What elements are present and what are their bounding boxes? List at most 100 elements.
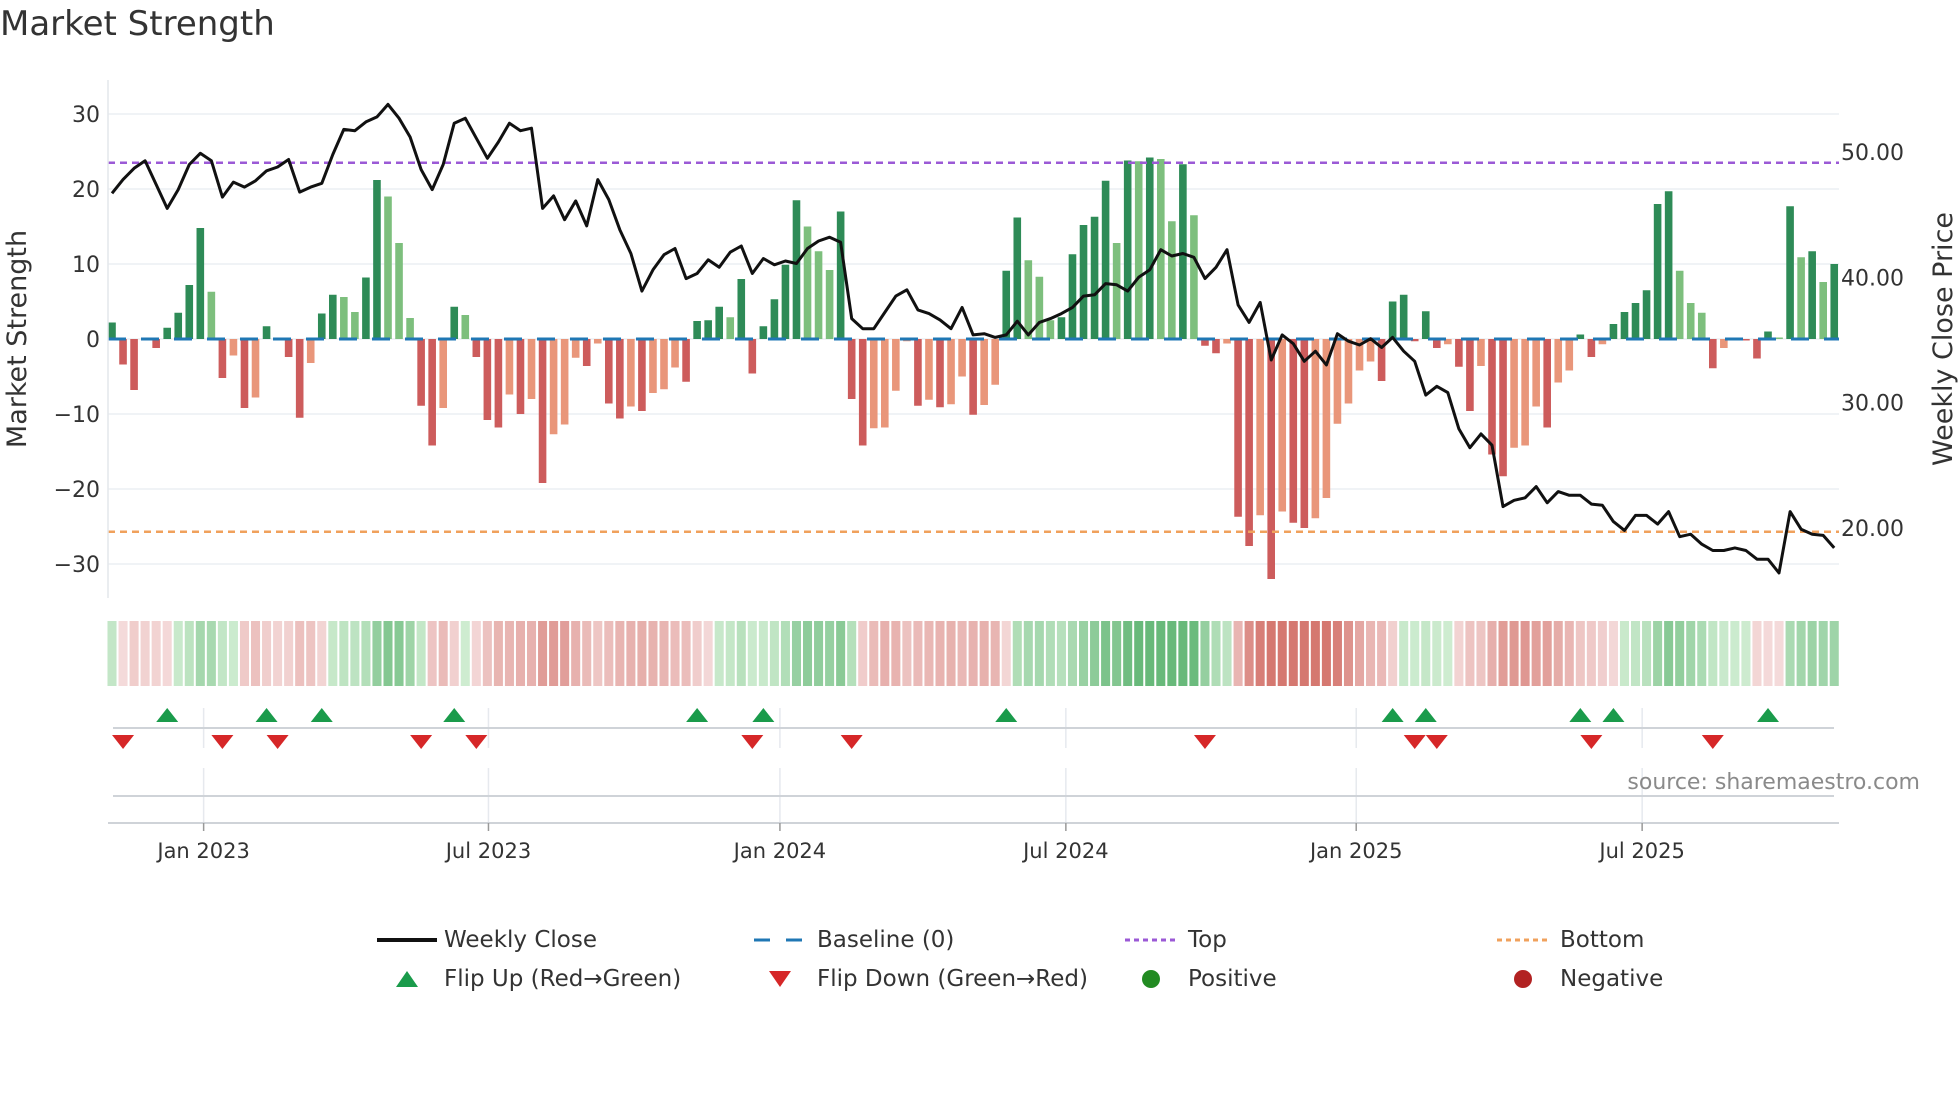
heat-strip-cell xyxy=(1145,621,1155,686)
strength-bar xyxy=(1642,290,1651,339)
heat-strip-cell xyxy=(1631,621,1641,686)
heat-strip-cell xyxy=(780,621,790,686)
heat-strip-cell xyxy=(1741,621,1751,686)
strength-bars xyxy=(108,157,1839,579)
heat-strip-cell xyxy=(1366,621,1376,686)
chart-title: Market Strength xyxy=(0,4,275,44)
strength-bar xyxy=(1477,339,1485,366)
strength-bar xyxy=(1212,339,1220,354)
strength-bar xyxy=(1521,339,1529,446)
heat-strip-cell xyxy=(1487,621,1497,686)
heat-strip-cell xyxy=(284,621,294,686)
strength-bar xyxy=(571,339,580,358)
heat-strip-cell xyxy=(273,621,283,686)
strength-bar xyxy=(1289,339,1298,523)
flip-up-marker xyxy=(310,708,333,722)
strength-bar xyxy=(1819,282,1827,339)
heat-strip-cell xyxy=(979,621,989,686)
strength-bar xyxy=(306,339,315,363)
heat-strip-cell xyxy=(482,621,492,686)
heat-strip-cell xyxy=(416,621,426,686)
heat-strip-cell xyxy=(394,621,404,686)
heat-strip-cell xyxy=(1443,621,1453,686)
heat-strip-cell xyxy=(1377,621,1387,686)
strength-bar xyxy=(329,294,337,339)
strength-bar xyxy=(472,339,481,357)
strength-bar xyxy=(229,339,238,356)
heat-strip-cell xyxy=(515,621,525,686)
heat-strip-cell xyxy=(637,621,647,686)
strength-bar xyxy=(450,306,459,339)
heat-strip-cell xyxy=(1299,621,1309,686)
heat-strip-cell xyxy=(1332,621,1342,686)
strength-bar xyxy=(251,339,260,398)
x-tick-label: Jan 2023 xyxy=(155,839,250,863)
strength-bar xyxy=(527,339,536,399)
y-tick-label: −20 xyxy=(54,478,100,503)
legend-item-flip-down: Flip Down (Green→Red) xyxy=(749,961,1088,997)
heat-strip-cell xyxy=(615,621,625,686)
heat-strip-cell xyxy=(692,621,702,686)
heat-strip-cell xyxy=(372,621,382,686)
heat-strip-cell xyxy=(405,621,415,686)
strength-bar xyxy=(295,339,304,418)
strength-bar xyxy=(351,312,359,339)
flip-down-marker xyxy=(266,735,289,749)
heat-strip-cell xyxy=(129,621,139,686)
heat-strip-cell xyxy=(1399,621,1409,686)
flip-down-marker xyxy=(1580,735,1603,749)
strength-bar xyxy=(340,297,348,339)
heat-strip-cell xyxy=(1233,621,1243,686)
heat-strip-cell xyxy=(1421,621,1431,686)
x-tick-label: Jul 2023 xyxy=(444,839,531,863)
heat-strip-cell xyxy=(1355,621,1365,686)
strength-bar xyxy=(936,339,944,408)
heat-strip-cell xyxy=(217,621,227,686)
flip-down-marker xyxy=(741,735,764,749)
heat-strip-cell xyxy=(847,621,857,686)
heat-strip-cell xyxy=(1410,621,1420,686)
strength-bar xyxy=(969,339,977,415)
flip-up-marker xyxy=(995,708,1018,722)
heat-strip-cell xyxy=(1675,621,1685,686)
heat-strip-cell xyxy=(913,621,923,686)
heat-strip-cell xyxy=(1222,621,1232,686)
flip-down-marker xyxy=(840,735,863,749)
heat-strip-cell xyxy=(1653,621,1663,686)
dotted-line-icon xyxy=(1492,922,1554,958)
strength-bar xyxy=(1664,191,1673,339)
strength-bar xyxy=(439,339,447,408)
y2-axis-label: Weekly Close Price xyxy=(1928,212,1959,466)
heat-strip-cell xyxy=(1244,621,1254,686)
strength-bar xyxy=(461,315,470,339)
strength-bar xyxy=(207,291,216,339)
strength-bar xyxy=(262,326,271,339)
heat-strip-cell xyxy=(725,621,735,686)
strength-bar xyxy=(980,339,988,405)
strength-bar xyxy=(1775,337,1783,339)
flip-up-marker xyxy=(1569,708,1592,722)
strength-bar xyxy=(174,312,183,339)
heat-strip-cell xyxy=(1465,621,1475,686)
strength-bar xyxy=(417,339,425,406)
heat-strip-cell xyxy=(350,621,360,686)
strength-bar xyxy=(958,339,966,377)
heat-strip-cell xyxy=(1619,621,1629,686)
flip-up-marker xyxy=(1602,708,1625,722)
strength-bar xyxy=(1709,339,1717,369)
heat-strip-cell xyxy=(306,621,316,686)
strength-bar xyxy=(516,339,525,414)
legend-label: Top xyxy=(1188,927,1227,953)
strength-bar xyxy=(616,339,624,419)
heat-strip-cell xyxy=(1774,621,1784,686)
heat-strip-cell xyxy=(1101,621,1111,686)
strength-bar xyxy=(803,226,812,339)
strength-bar xyxy=(1190,215,1198,339)
heat-strip-cell xyxy=(670,621,680,686)
source-credit: source: sharemaestro.com xyxy=(1627,770,1920,795)
strength-bar xyxy=(627,339,635,407)
legend: Weekly Close Baseline (0) Top Bottom Fli… xyxy=(0,922,1960,1012)
legend-item-positive: Positive xyxy=(1120,961,1277,997)
heat-strip-cell xyxy=(769,621,779,686)
strength-bar xyxy=(483,339,492,420)
